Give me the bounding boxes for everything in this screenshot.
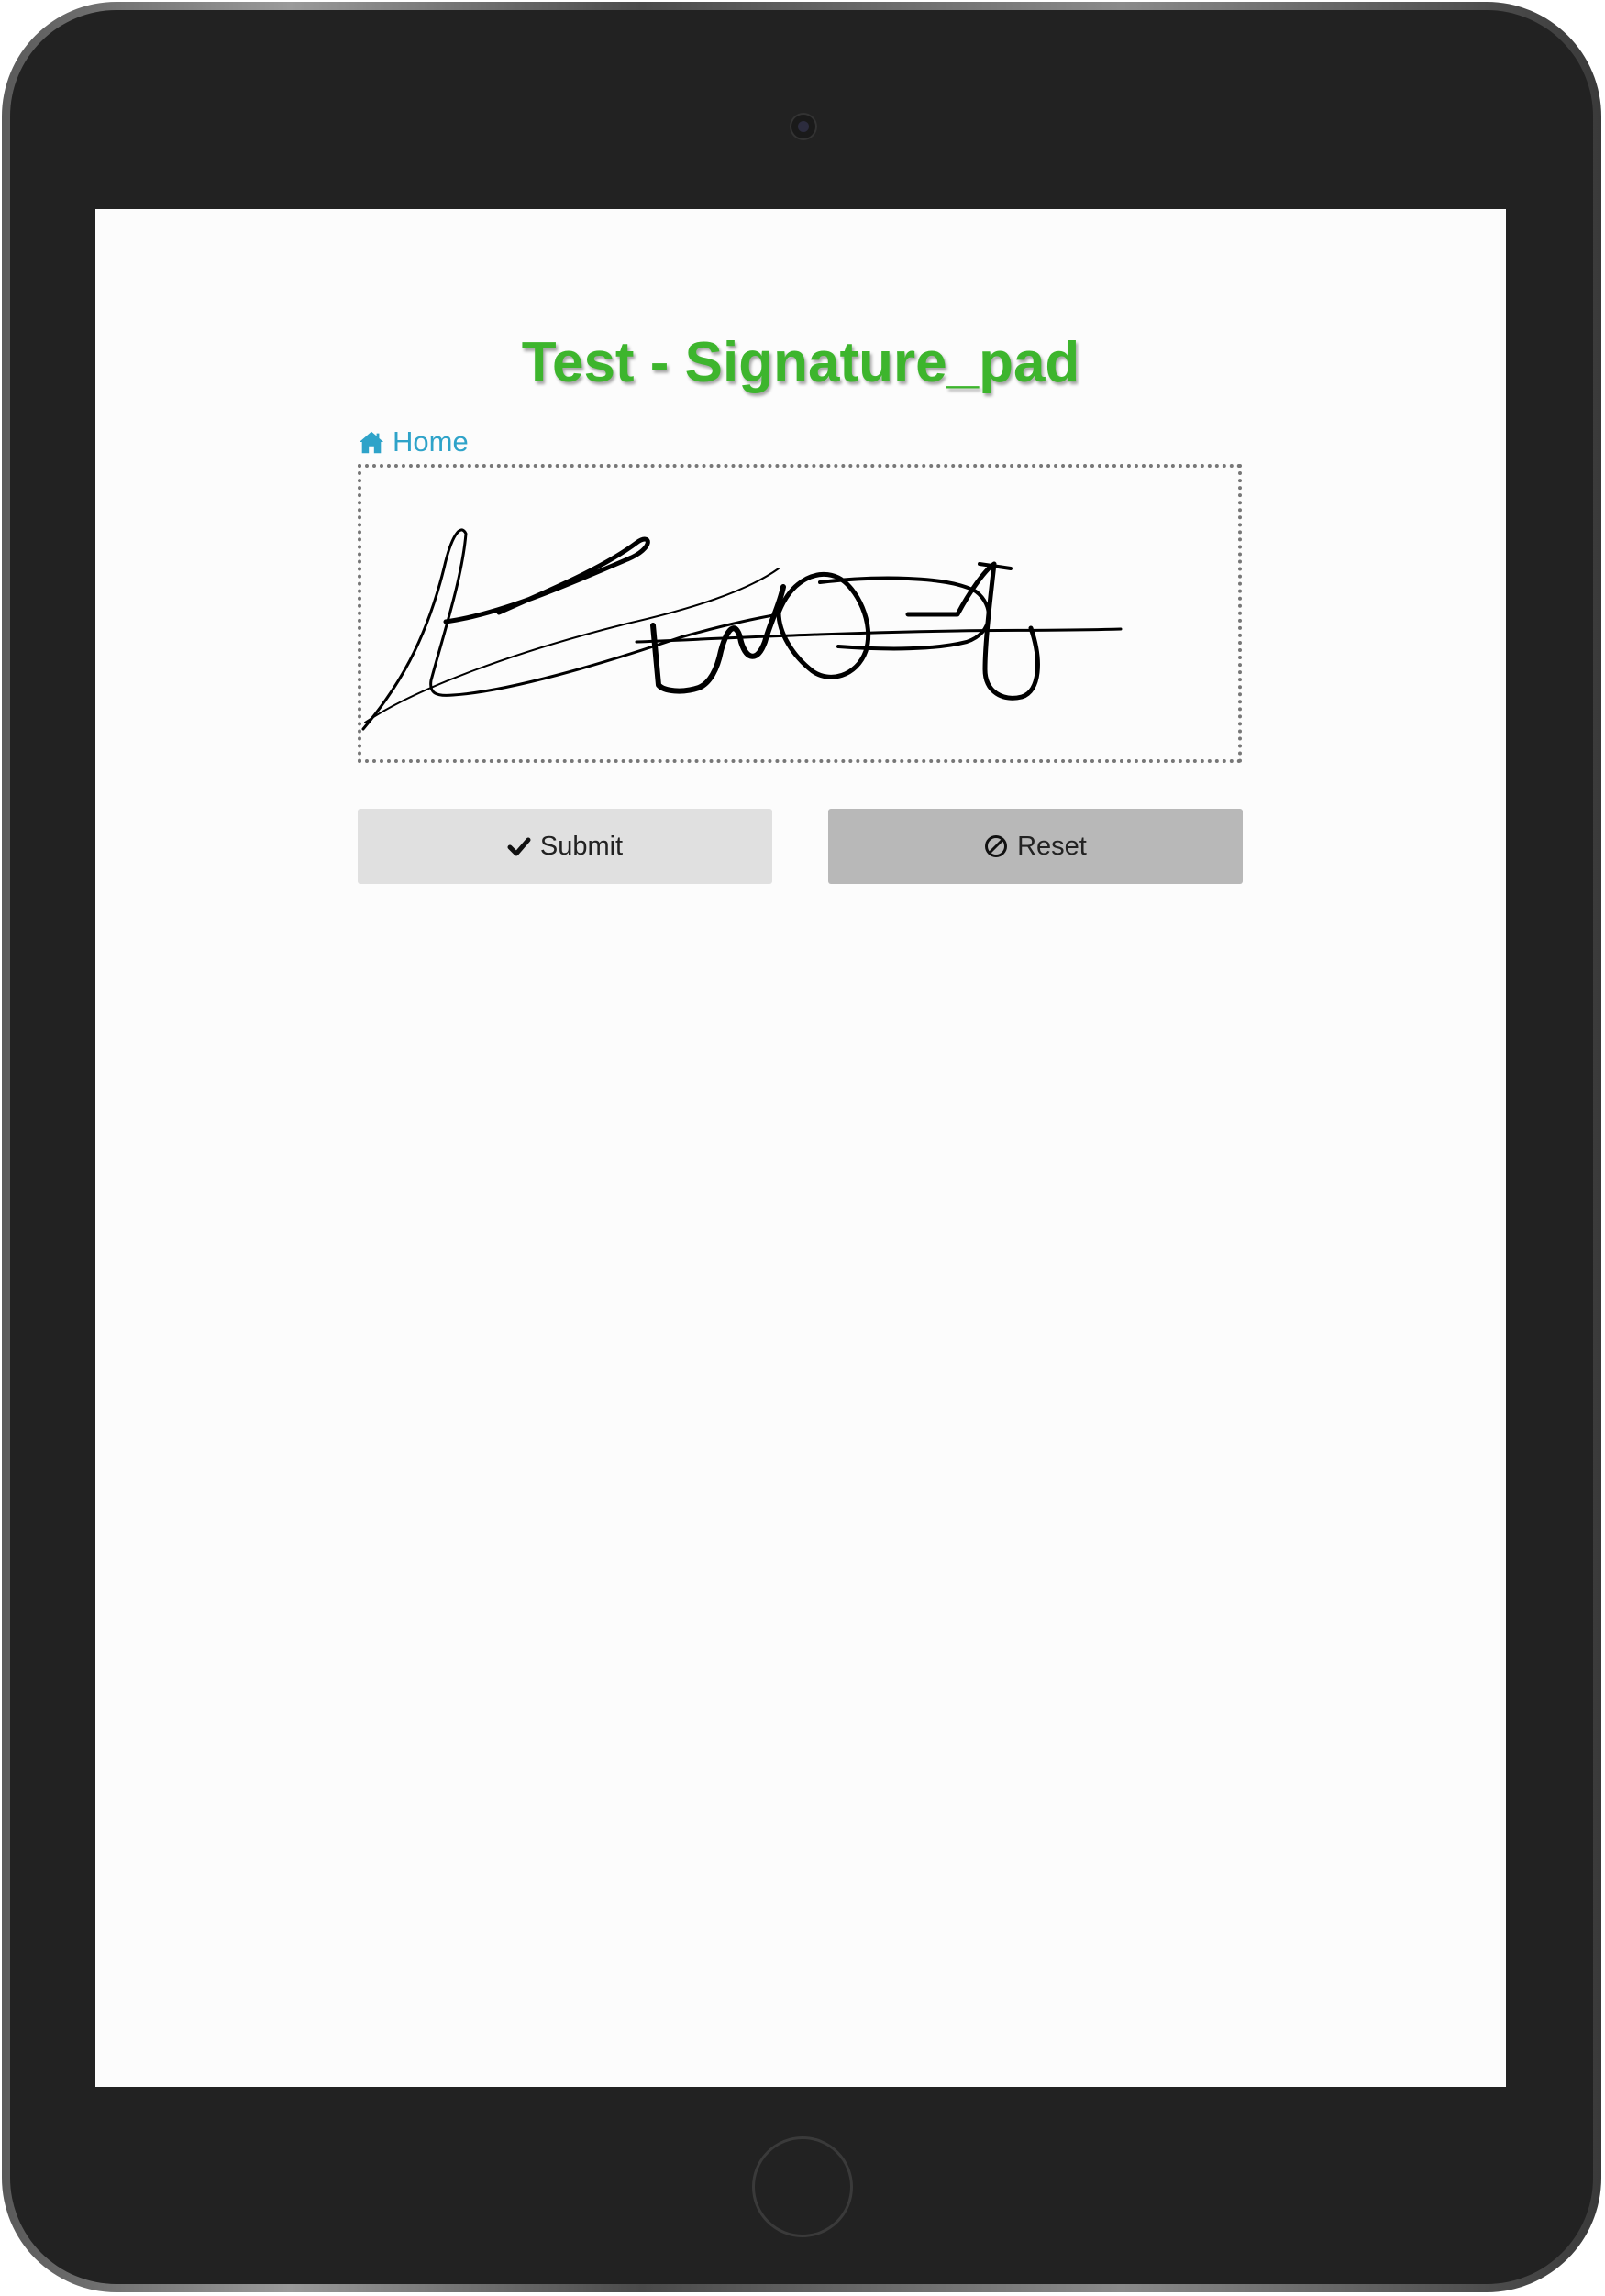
submit-label: Submit [539, 831, 624, 861]
device-home-button[interactable] [752, 2136, 853, 2237]
reset-button[interactable]: Reset [828, 809, 1243, 884]
ban-icon [985, 835, 1008, 857]
reset-label: Reset [1017, 831, 1087, 861]
home-icon [359, 431, 384, 454]
home-link-label: Home [393, 425, 469, 458]
page-title: Test - Signature_pad [521, 331, 1080, 394]
screen: Test - Signature_pad Home Submit Reset [95, 209, 1506, 2087]
check-icon [507, 837, 531, 856]
signature-stroke [361, 528, 1123, 731]
submit-button[interactable]: Submit [358, 809, 772, 884]
home-link[interactable]: Home [358, 425, 469, 458]
camera-icon [790, 113, 817, 140]
signature-pad[interactable] [358, 464, 1242, 763]
